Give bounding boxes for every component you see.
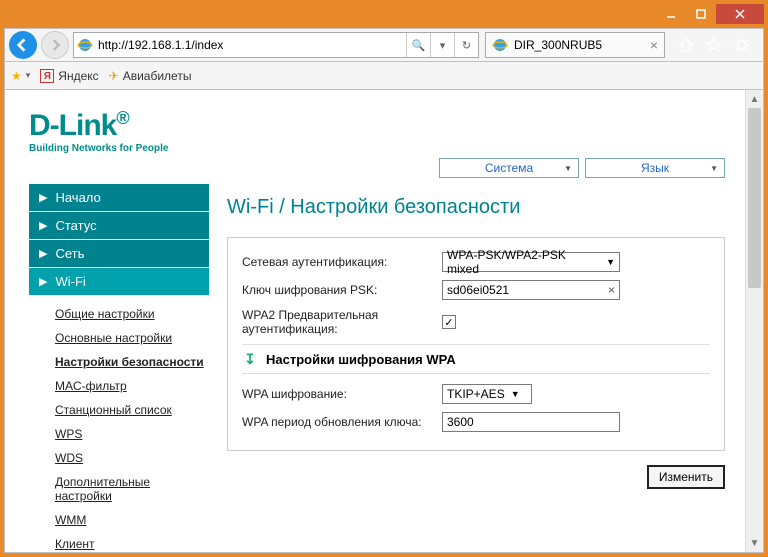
preauth-checkbox[interactable]: ✓ (442, 315, 456, 329)
psk-label: Ключ шифрования PSK: (242, 283, 442, 297)
url-input[interactable] (96, 33, 406, 57)
psk-input-wrap: × (442, 280, 620, 300)
browser-tab[interactable]: DIR_300NRUB5 × (485, 32, 665, 58)
wpa-enc-select[interactable]: TKIP+AES (442, 384, 532, 404)
refresh-button[interactable]: ↻ (454, 33, 478, 57)
minimize-button[interactable] (656, 4, 686, 24)
auth-select[interactable]: WPA-PSK/WPA2-PSK mixed (442, 252, 620, 272)
subitem-mac-filter[interactable]: MAC-фильтр (55, 374, 209, 398)
forward-button[interactable] (41, 31, 69, 59)
yandex-icon: Я (40, 69, 54, 83)
subitem-wps[interactable]: WPS (55, 422, 209, 446)
logo: D-Link® Building Networks for People (29, 108, 725, 154)
favorite-yandex[interactable]: ЯЯндекс (40, 69, 98, 83)
wpa-section-header[interactable]: ↧ Настройки шифрования WPA (242, 344, 710, 374)
settings-form: Сетевая аутентификация: WPA-PSK/WPA2-PSK… (227, 237, 725, 451)
logo-brand: D-Link® (29, 108, 725, 143)
sidebar-item-network[interactable]: ▶Сеть (29, 240, 209, 268)
psk-input[interactable] (447, 281, 608, 299)
arrow-right-icon: ▶ (39, 191, 47, 204)
subitem-wmm[interactable]: WMM (55, 508, 209, 532)
system-menu[interactable]: Система (439, 158, 579, 178)
clear-icon[interactable]: × (608, 283, 615, 297)
tab-close-icon[interactable]: × (650, 37, 658, 53)
submit-button[interactable]: Изменить (647, 465, 725, 489)
content-area: D-Link® Building Networks for People Сис… (4, 90, 764, 553)
main-panel: Wi-Fi / Настройки безопасности Сетевая а… (227, 184, 725, 552)
subitem-security[interactable]: Настройки безопасности (55, 350, 209, 374)
subitem-basic[interactable]: Основные настройки (55, 326, 209, 350)
scroll-down-icon[interactable]: ▼ (746, 534, 763, 552)
arrow-down-icon: ↧ (242, 351, 258, 367)
favorites-icon[interactable] (705, 36, 723, 54)
dropdown-button[interactable]: ▾ (430, 33, 454, 57)
page-content: D-Link® Building Networks for People Сис… (5, 90, 745, 552)
auth-label: Сетевая аутентификация: (242, 255, 442, 269)
wpa-enc-label: WPA шифрование: (242, 387, 442, 401)
nav-right (669, 36, 759, 54)
subitem-client[interactable]: Клиент (55, 532, 209, 552)
vertical-scrollbar[interactable]: ▲ ▼ (745, 90, 763, 552)
star-icon: ★ (11, 69, 22, 83)
ie-icon (492, 37, 508, 53)
plane-icon: ✈ (109, 69, 119, 83)
home-icon[interactable] (677, 36, 695, 54)
sidebar-item-home[interactable]: ▶Начало (29, 184, 209, 212)
tools-icon[interactable] (733, 36, 751, 54)
favorite-aviabilety[interactable]: ✈Авиабилеты (109, 69, 192, 83)
scroll-thumb[interactable] (748, 108, 761, 288)
navbar: 🔍 ▾ ↻ DIR_300NRUB5 × (4, 28, 764, 62)
tab-title: DIR_300NRUB5 (514, 38, 644, 52)
subitem-station-list[interactable]: Станционный список (55, 398, 209, 422)
search-button[interactable]: 🔍 (406, 33, 430, 57)
top-menus: Система Язык (29, 158, 725, 178)
preauth-label: WPA2 Предварительная аутентификация: (242, 308, 442, 336)
titlebar (4, 4, 764, 28)
arrow-right-icon: ▶ (39, 275, 47, 288)
back-button[interactable] (9, 31, 37, 59)
sidebar-item-wifi[interactable]: ▶Wi-Fi (29, 268, 209, 296)
scroll-up-icon[interactable]: ▲ (746, 90, 763, 108)
address-bar: 🔍 ▾ ↻ (73, 32, 479, 58)
close-button[interactable] (716, 4, 764, 24)
logo-tagline: Building Networks for People (29, 143, 725, 154)
sidebar-submenu: Общие настройки Основные настройки Настр… (29, 296, 209, 552)
page-title: Wi-Fi / Настройки безопасности (227, 196, 725, 219)
favorites-bar: ★▾ ЯЯндекс ✈Авиабилеты (4, 62, 764, 90)
subitem-general[interactable]: Общие настройки (55, 302, 209, 326)
browser-window: 🔍 ▾ ↻ DIR_300NRUB5 × ★▾ ЯЯндекс ✈Авиабил… (0, 0, 768, 557)
add-favorite-button[interactable]: ★▾ (11, 69, 30, 83)
subitem-wds[interactable]: WDS (55, 446, 209, 470)
wpa-renew-label: WPA период обновления ключа: (242, 415, 442, 429)
maximize-button[interactable] (686, 4, 716, 24)
ie-icon (74, 37, 96, 53)
subitem-advanced[interactable]: Дополнительные настройки (55, 470, 209, 508)
sidebar: ▶Начало ▶Статус ▶Сеть ▶Wi-Fi Общие настр… (29, 184, 209, 552)
arrow-right-icon: ▶ (39, 247, 47, 260)
language-menu[interactable]: Язык (585, 158, 725, 178)
arrow-right-icon: ▶ (39, 219, 47, 232)
wpa-renew-input[interactable] (442, 412, 620, 432)
sidebar-item-status[interactable]: ▶Статус (29, 212, 209, 240)
